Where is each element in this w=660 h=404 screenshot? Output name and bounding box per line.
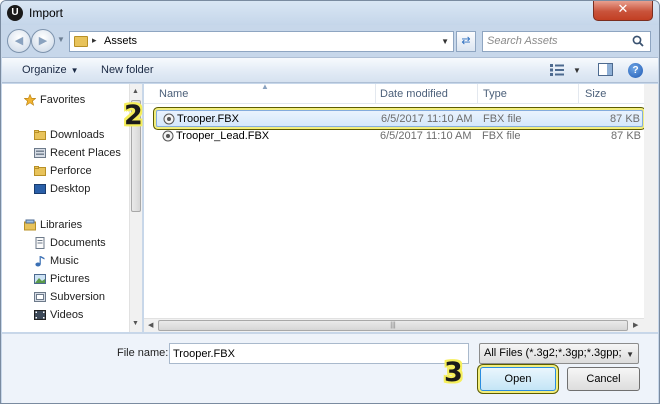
scroll-left-icon[interactable]: ◀	[148, 321, 153, 329]
sidebar-item-documents[interactable]: Documents	[34, 235, 162, 251]
file-name-field[interactable]	[169, 343, 469, 364]
file-type: FBX file	[483, 113, 522, 125]
sidebar-item-music[interactable]: Music	[34, 253, 162, 269]
forward-arrow-icon: ▶	[38, 35, 48, 47]
documents-icon	[35, 237, 45, 249]
dialog-footer: File name: All Files (*.3g2;*.3gp;*.3gpp…	[2, 333, 658, 403]
sidebar-item-label: Favorites	[40, 94, 86, 106]
refresh-button[interactable]: ⇄	[456, 31, 476, 52]
column-divider[interactable]	[477, 84, 478, 104]
sidebar-item-label: Desktop	[50, 183, 91, 195]
sidebar-item-recent-places[interactable]: Recent Places	[34, 145, 162, 161]
subversion-icon	[34, 292, 46, 302]
back-button[interactable]: ◀	[7, 29, 31, 53]
step-3-callout: 3	[444, 357, 463, 388]
fbx-file-icon	[162, 130, 174, 142]
file-size: 87 KB	[610, 113, 640, 125]
folder-icon	[34, 130, 46, 140]
file-date-modified: 6/5/2017 11:10 AM	[381, 113, 473, 125]
chevron-down-icon: ▼	[626, 350, 634, 359]
scroll-down-icon[interactable]: ▼	[132, 320, 139, 327]
file-list: ▲ Name Date modified Type Size Trooper.F…	[144, 82, 658, 332]
column-header-date-modified[interactable]: Date modified	[380, 88, 448, 100]
libraries-icon	[24, 219, 36, 231]
new-folder-button[interactable]: New folder	[101, 64, 154, 76]
sidebar-item-desktop[interactable]: Desktop	[34, 181, 162, 197]
file-type: FBX file	[482, 130, 521, 142]
command-bar: Organize ▼ New folder ▼ ?	[2, 57, 658, 83]
sidebar-item-label: Subversion	[50, 291, 106, 303]
search-input[interactable]	[487, 35, 627, 47]
column-divider[interactable]	[375, 84, 376, 104]
desktop-icon	[34, 184, 46, 194]
videos-icon	[34, 310, 46, 320]
navigation-pane: Favorites Downloads Recent Places Perfor…	[2, 84, 143, 332]
address-dropdown-icon[interactable]: ▼	[441, 37, 449, 46]
window-title: Import	[29, 6, 64, 20]
file-name: Trooper_Lead.FBX	[176, 130, 270, 142]
file-date-modified: 6/5/2017 11:10 AM	[380, 130, 472, 142]
file-type-filter-value: All Files (*.3g2;*.3gp;*.3gpp;*.3g	[484, 347, 622, 359]
sidebar-item-label: Pictures	[50, 273, 90, 285]
cancel-button[interactable]: Cancel	[567, 367, 640, 391]
scroll-right-icon[interactable]: ▶	[633, 321, 638, 329]
column-divider[interactable]	[578, 84, 579, 104]
column-header-type[interactable]: Type	[483, 88, 507, 100]
breadcrumb-separator-icon[interactable]: ▸	[92, 35, 97, 46]
vertical-scrollbar-track[interactable]	[644, 84, 658, 332]
view-options-dropdown[interactable]: ▼	[573, 66, 581, 75]
sidebar-item-label: Videos	[50, 309, 84, 321]
sidebar-item-pictures[interactable]: Pictures	[34, 271, 162, 287]
scroll-up-icon[interactable]: ▲	[132, 88, 139, 95]
chevron-down-icon: ▼	[70, 66, 79, 75]
file-name: Trooper.FBX	[177, 113, 239, 125]
sort-ascending-icon: ▲	[261, 82, 269, 91]
horizontal-scrollbar[interactable]: ◀ ||| ▶	[144, 318, 644, 332]
file-list-header: ▲ Name Date modified Type Size	[144, 82, 644, 104]
file-size: 87 KB	[611, 130, 641, 142]
unreal-app-icon: U	[7, 5, 23, 21]
title-bar[interactable]: U Import ✕	[1, 1, 659, 25]
sidebar-item-label: Downloads	[50, 129, 105, 141]
column-header-size[interactable]: Size	[585, 88, 606, 100]
sidebar-item-subversion[interactable]: Subversion	[34, 289, 162, 305]
recent-locations-dropdown[interactable]: ▼	[57, 35, 65, 44]
change-view-icon[interactable]	[550, 64, 564, 76]
import-dialog: U Import ✕ ◀ ▶ ▼ ▸ Assets ▼ ⇄ Organize▼ …	[0, 0, 660, 404]
help-button[interactable]: ?	[628, 63, 643, 78]
preview-pane-button[interactable]	[598, 63, 613, 76]
sidebar-item-perforce[interactable]: Perforce	[34, 163, 162, 179]
file-name-label: File name:	[117, 347, 169, 359]
file-row-trooper-lead[interactable]: Trooper_Lead.FBX 6/5/2017 11:10 AM FBX f…	[156, 128, 643, 145]
pictures-icon	[34, 274, 46, 284]
recent-places-icon	[34, 148, 46, 158]
sidebar-item-label: Perforce	[50, 165, 92, 177]
star-icon	[24, 94, 36, 106]
search-icon[interactable]	[632, 35, 644, 47]
sidebar-item-label: Documents	[50, 237, 106, 249]
search-box[interactable]	[482, 31, 651, 52]
sidebar-item-label: Libraries	[40, 219, 83, 231]
organize-menu-button[interactable]: Organize ▼	[22, 64, 79, 76]
music-icon	[35, 256, 45, 267]
scrollbar-thumb[interactable]: |||	[158, 320, 628, 331]
step-2-callout: 2	[124, 100, 143, 131]
file-row-trooper[interactable]: Trooper.FBX 6/5/2017 11:10 AM FBX file 8…	[156, 110, 643, 127]
sidebar-item-label: Recent Places	[50, 147, 121, 159]
breadcrumb-assets[interactable]: Assets	[104, 35, 137, 47]
file-type-filter-select[interactable]: All Files (*.3g2;*.3gp;*.3gpp;*.3g ▼	[479, 343, 639, 364]
sidebar-item-label: Music	[50, 255, 79, 267]
organize-label: Organize	[22, 64, 67, 76]
forward-button[interactable]: ▶	[31, 29, 55, 53]
address-bar[interactable]: ▸ Assets ▼	[69, 31, 454, 52]
fbx-file-icon	[163, 113, 175, 125]
address-row: ◀ ▶ ▼ ▸ Assets ▼ ⇄	[1, 27, 659, 55]
close-button[interactable]: ✕	[593, 1, 653, 21]
folder-icon	[74, 36, 88, 47]
column-header-name[interactable]: Name	[159, 88, 188, 100]
open-button[interactable]: Open	[480, 367, 556, 391]
folder-icon	[34, 166, 46, 176]
sidebar-item-videos[interactable]: Videos	[34, 307, 162, 323]
back-arrow-icon: ◀	[14, 35, 24, 47]
